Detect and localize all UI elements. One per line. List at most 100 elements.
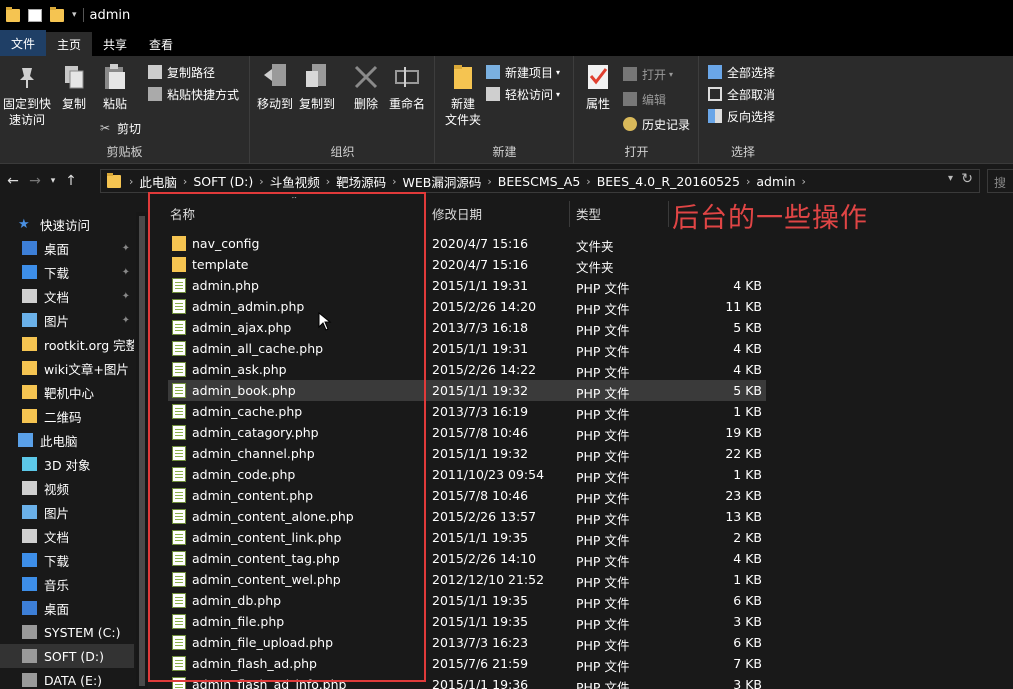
- file-type: PHP 文件: [576, 617, 630, 632]
- copy-button[interactable]: 复制: [58, 62, 90, 113]
- pin-icon[interactable]: ✦: [122, 243, 130, 254]
- sidebar-item[interactable]: 音乐: [0, 572, 134, 596]
- paste-shortcut-button[interactable]: 粘贴快捷方式: [148, 84, 239, 104]
- select-all-button[interactable]: 全部选择: [708, 62, 775, 82]
- tab-share[interactable]: 共享: [92, 32, 138, 56]
- sidebar-item[interactable]: 靶机中心: [0, 380, 134, 404]
- delete-button[interactable]: 删除: [351, 62, 381, 113]
- up-arrow-icon[interactable]: ↑: [60, 173, 82, 189]
- select-none-button[interactable]: 全部取消: [708, 84, 775, 104]
- copy-path-button[interactable]: 复制路径: [148, 62, 215, 82]
- chevron-right-icon[interactable]: ›: [259, 175, 263, 188]
- sidebar-scrollbar[interactable]: [136, 212, 148, 689]
- breadcrumb-soft-d[interactable]: SOFT (D:): [193, 174, 253, 189]
- breadcrumb-douyu-video[interactable]: 斗鱼视频: [270, 172, 320, 191]
- column-header-type[interactable]: 类型: [576, 197, 601, 229]
- sidebar-item[interactable]: 桌面: [0, 596, 134, 620]
- drive-icon: [22, 625, 37, 639]
- file-size: 6 KB: [733, 635, 762, 650]
- properties-icon[interactable]: [28, 8, 42, 22]
- sidebar-item[interactable]: wiki文章+图片: [0, 356, 134, 380]
- file-type: PHP 文件: [576, 386, 630, 401]
- breadcrumb-admin[interactable]: admin: [756, 174, 795, 189]
- paste-button[interactable]: 粘贴: [98, 62, 132, 113]
- sidebar-item[interactable]: 下载 ✦: [0, 260, 134, 284]
- copy-to-button[interactable]: 复制到: [297, 62, 337, 113]
- rename-icon: [392, 62, 422, 92]
- move-to-icon: [260, 62, 290, 92]
- paste-label: 粘贴: [102, 97, 127, 111]
- column-divider[interactable]: [569, 201, 570, 227]
- chevron-right-icon[interactable]: ›: [802, 175, 806, 188]
- sidebar-item[interactable]: 图片 ✦: [0, 308, 134, 332]
- sidebar-item[interactable]: rootkit.org 完整: [0, 332, 134, 356]
- new-folder-icon[interactable]: [50, 6, 64, 22]
- forward-arrow-icon[interactable]: →: [24, 173, 46, 189]
- sidebar-item[interactable]: 文档 ✦: [0, 284, 134, 308]
- history-button[interactable]: 历史记录: [623, 114, 690, 134]
- annotation-box: [148, 192, 426, 682]
- open-group-label: 打开: [624, 145, 649, 159]
- sidebar-item-label: 视频: [44, 481, 70, 497]
- chevron-right-icon[interactable]: ›: [487, 175, 491, 188]
- pin-icon[interactable]: ✦: [122, 291, 130, 302]
- breadcrumb-range-source[interactable]: 靶场源码: [336, 172, 386, 191]
- edit-button[interactable]: 编辑: [623, 89, 666, 109]
- breadcrumb-this-pc[interactable]: 此电脑: [139, 172, 177, 191]
- address-bar[interactable]: › 此电脑 › SOFT (D:) › 斗鱼视频 › 靶场源码 › WEB漏洞源…: [100, 169, 980, 193]
- breadcrumb-bees-version[interactable]: BEES_4.0_R_20160525: [597, 174, 740, 189]
- easy-access-icon: [486, 87, 500, 101]
- breadcrumb-web-vuln-source[interactable]: WEB漏洞源码: [403, 172, 482, 191]
- move-to-button[interactable]: 移动到: [255, 62, 295, 113]
- tab-view[interactable]: 查看: [138, 32, 184, 56]
- open-button[interactable]: 打开 ▾: [623, 64, 673, 84]
- properties-button[interactable]: 属性: [581, 62, 615, 113]
- chevron-right-icon[interactable]: ›: [746, 175, 750, 188]
- new-folder-button[interactable]: 新建 文件夹: [440, 62, 486, 128]
- pin-icon[interactable]: ✦: [122, 315, 130, 326]
- recent-dropdown-icon[interactable]: ▾: [46, 176, 60, 186]
- sidebar-item[interactable]: 下载: [0, 548, 134, 572]
- folder-icon: [107, 172, 121, 188]
- delete-label: 删除: [353, 97, 378, 111]
- chevron-right-icon[interactable]: ›: [326, 175, 330, 188]
- clipboard-group-label: 剪贴板: [106, 145, 143, 159]
- sidebar-item[interactable]: DATA (E:): [0, 668, 134, 689]
- download-icon: [22, 553, 37, 567]
- sidebar-item[interactable]: 3D 对象: [0, 452, 134, 476]
- sidebar-item[interactable]: 二维码: [0, 404, 134, 428]
- cut-button[interactable]: ✂ 剪切: [100, 118, 141, 138]
- search-input[interactable]: 搜: [987, 169, 1013, 193]
- chevron-right-icon[interactable]: ›: [392, 175, 396, 188]
- sidebar-item[interactable]: 视频: [0, 476, 134, 500]
- sidebar-item[interactable]: 此电脑: [0, 428, 134, 452]
- scrollbar-thumb[interactable]: [139, 216, 145, 686]
- chevron-right-icon[interactable]: ›: [586, 175, 590, 188]
- sidebar-item[interactable]: 图片: [0, 500, 134, 524]
- sidebar-item[interactable]: 桌面 ✦: [0, 236, 134, 260]
- tab-file[interactable]: 文件: [0, 30, 47, 56]
- breadcrumb-beescms[interactable]: BEESCMS_A5: [498, 174, 581, 189]
- drive-icon: [22, 673, 37, 687]
- quick-access-dropdown-icon[interactable]: ▾: [72, 10, 77, 20]
- refresh-icon[interactable]: ↻: [961, 171, 973, 187]
- desktop-icon: [22, 241, 37, 255]
- tab-home[interactable]: 主页: [46, 32, 93, 56]
- download-icon: [22, 265, 37, 279]
- column-header-modified[interactable]: 修改日期: [432, 197, 482, 229]
- pin-quick-access-button[interactable]: 固定到快速访问: [2, 62, 52, 128]
- pin-icon[interactable]: ✦: [122, 267, 130, 278]
- column-divider[interactable]: [668, 201, 669, 227]
- chevron-right-icon[interactable]: ›: [183, 175, 187, 188]
- sidebar-item[interactable]: ★ 快速访问: [0, 212, 134, 236]
- invert-selection-button[interactable]: 反向选择: [708, 106, 775, 126]
- file-size: 1 KB: [733, 572, 762, 587]
- easy-access-button[interactable]: 轻松访问 ▾: [486, 84, 560, 104]
- sidebar-item[interactable]: 文档: [0, 524, 134, 548]
- new-item-button[interactable]: 新建项目 ▾: [486, 62, 560, 82]
- history-dropdown-icon[interactable]: ▾: [948, 173, 953, 184]
- rename-button[interactable]: 重命名: [387, 62, 427, 113]
- back-arrow-icon[interactable]: ←: [2, 173, 24, 189]
- sidebar-item[interactable]: SYSTEM (C:): [0, 620, 134, 644]
- sidebar-item[interactable]: SOFT (D:): [0, 644, 134, 668]
